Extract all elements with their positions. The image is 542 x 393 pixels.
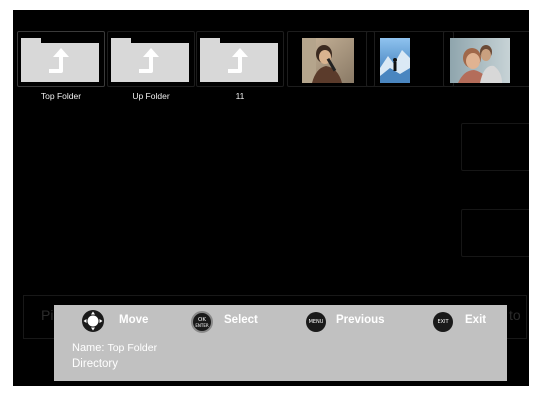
folder-icon — [200, 38, 278, 82]
dpad-icon — [81, 309, 105, 333]
name-field-value: Top Folder — [107, 342, 158, 354]
select-label: Select — [224, 314, 258, 326]
item-label-top-folder: Top Folder — [40, 91, 82, 101]
move-label: Move — [119, 314, 149, 326]
folder-icon — [111, 38, 189, 82]
ok-button-icon: OK ENTER — [191, 311, 213, 333]
photo-image — [380, 38, 410, 83]
empty-slot — [461, 209, 529, 257]
item-name-line: Name: Top Folder — [72, 342, 157, 354]
media-browser-screen: Top Folder Up Folder 11 Pi to Move OK EN… — [13, 10, 529, 386]
exit-button-icon: EXIT — [433, 312, 453, 332]
previous-label: Previous — [336, 314, 385, 326]
control-help-panel: Move OK ENTER Select MENU Previous EXIT … — [54, 305, 507, 381]
thumbnail-photo-2[interactable] — [366, 31, 454, 87]
item-type: Directory — [72, 358, 119, 370]
thumbnail-top-folder[interactable] — [17, 31, 105, 87]
name-field-label: Name: — [72, 342, 105, 354]
item-label-up-folder: Up Folder — [132, 91, 170, 101]
thumbnail-folder-11[interactable] — [196, 31, 284, 87]
item-label-folder-11: 11 — [235, 91, 245, 101]
thumbnail-up-folder[interactable] — [107, 31, 195, 87]
photo-image — [302, 38, 354, 83]
thumbnail-photo-3[interactable] — [443, 31, 529, 87]
thumbnail-photo-1[interactable] — [287, 31, 375, 87]
empty-slot — [461, 123, 529, 171]
exit-label: Exit — [465, 314, 487, 326]
folder-icon — [21, 38, 99, 82]
menu-button-icon: MENU — [306, 312, 326, 332]
photo-image — [450, 38, 510, 83]
